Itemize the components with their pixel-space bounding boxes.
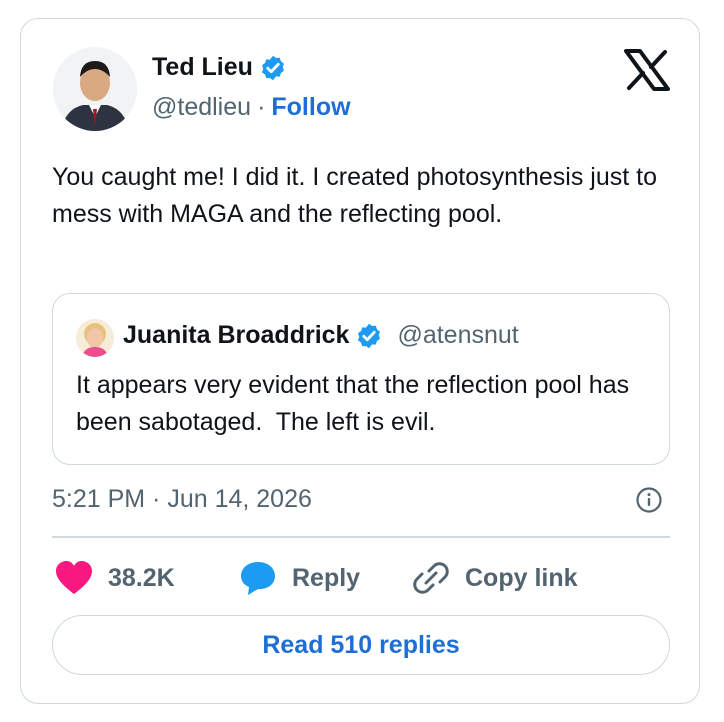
verified-badge-icon: [358, 323, 381, 348]
reply-button[interactable]: Reply: [238, 559, 360, 597]
separator-dot: ·: [257, 93, 266, 121]
divider: [52, 536, 670, 538]
copy-link-label: Copy link: [465, 563, 578, 592]
reply-label: Reply: [292, 563, 361, 592]
read-replies-button[interactable]: Read 510 replies: [52, 615, 670, 675]
copy-link-button[interactable]: Copy link: [411, 559, 578, 597]
author-name[interactable]: Ted Lieu: [152, 53, 253, 82]
follow-button[interactable]: Follow: [271, 93, 350, 122]
info-icon[interactable]: [635, 486, 663, 514]
reply-bubble-icon: [241, 562, 275, 595]
author-handle-line: @tedlieu · Follow: [152, 93, 351, 122]
author-avatar[interactable]: [53, 47, 137, 131]
author-name-row: Ted Lieu: [152, 53, 287, 82]
verified-badge-icon: [261, 55, 284, 80]
heart-icon: [56, 561, 92, 594]
tweet-card: Ted Lieu @tedlieu · Follow You caught me…: [20, 18, 700, 704]
quoted-text: It appears very evident that the reflect…: [76, 371, 637, 436]
link-icon: [413, 562, 449, 594]
tweet-timestamp[interactable]: 5:21 PM · Jun 14, 2026: [52, 485, 312, 514]
tweet-text: You caught me! I did it. I created photo…: [52, 163, 657, 228]
quoted-tweet[interactable]: Juanita Broaddrick @atensnut It appears …: [52, 293, 670, 465]
author-handle[interactable]: @tedlieu: [152, 93, 251, 122]
like-button[interactable]: 38.2K: [54, 559, 175, 597]
quoted-author-avatar: [76, 319, 114, 357]
quoted-author-name: Juanita Broaddrick: [123, 321, 350, 349]
x-logo-icon[interactable]: [624, 49, 670, 91]
quoted-author-handle: @atensnut: [397, 321, 519, 349]
like-count: 38.2K: [108, 563, 175, 592]
quoted-header: Juanita Broaddrick @atensnut: [123, 321, 519, 350]
read-replies-label: Read 510 replies: [262, 630, 460, 659]
